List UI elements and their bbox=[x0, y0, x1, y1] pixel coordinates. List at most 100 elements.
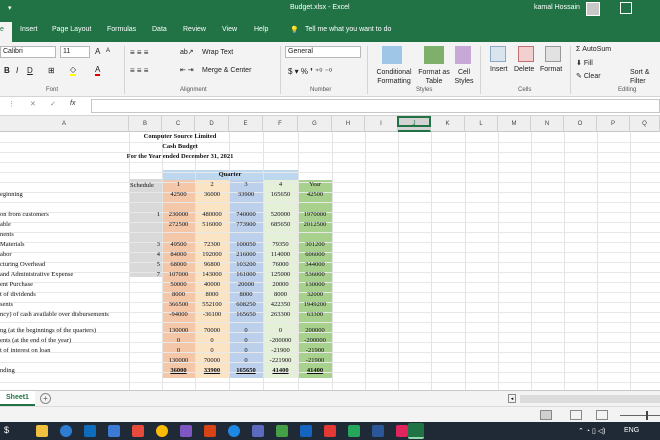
word-icon[interactable] bbox=[372, 425, 384, 437]
chrome-icon[interactable] bbox=[156, 425, 168, 437]
user-name[interactable]: kamal Hossain bbox=[534, 4, 580, 11]
column-header-p[interactable]: P bbox=[597, 116, 630, 132]
font-name-select[interactable]: Calibri bbox=[0, 46, 56, 58]
budget-value-cell: 130000 bbox=[168, 327, 189, 334]
app-icon[interactable] bbox=[396, 425, 408, 437]
insert-function-icon[interactable]: fx bbox=[70, 100, 82, 112]
column-header-k[interactable]: K bbox=[431, 116, 465, 132]
start-icon[interactable]: $ bbox=[4, 425, 16, 437]
column-header-o[interactable]: O bbox=[564, 116, 597, 132]
app-icon[interactable] bbox=[108, 425, 120, 437]
sort-filter-button[interactable]: Sort & Filter bbox=[630, 68, 660, 86]
tab-home[interactable]: e bbox=[0, 22, 12, 42]
font-color-button[interactable]: A bbox=[95, 65, 101, 76]
cell-styles-button[interactable]: Cell Styles bbox=[453, 68, 475, 86]
wrap-text-button[interactable]: Wrap Text bbox=[202, 49, 233, 56]
conditional-formatting-button[interactable]: Conditional Formatting bbox=[374, 68, 414, 86]
number-format-select[interactable]: General bbox=[285, 46, 361, 58]
name-box-dropdown-icon[interactable]: ⋮ bbox=[8, 100, 20, 112]
column-header-e[interactable]: E bbox=[229, 116, 263, 132]
tab-review[interactable]: Review bbox=[183, 26, 206, 33]
formula-input[interactable] bbox=[91, 99, 660, 113]
number-format-buttons[interactable]: $ ▾ % ❜ ⁺⁰ ⁻⁰ bbox=[288, 67, 332, 76]
column-header-h[interactable]: H bbox=[332, 116, 365, 132]
scroll-left-icon[interactable]: ◂ bbox=[508, 394, 516, 403]
app-icon[interactable] bbox=[324, 425, 336, 437]
app-icon[interactable] bbox=[180, 425, 192, 437]
format-cells-button[interactable]: Format bbox=[540, 66, 562, 73]
column-header-n[interactable]: N bbox=[531, 116, 564, 132]
quick-access-toolbar[interactable]: ▾ bbox=[8, 4, 12, 12]
sheet-tab-sheet1[interactable]: Sheet1 bbox=[0, 391, 35, 406]
edge-icon[interactable] bbox=[60, 425, 72, 437]
outlook-icon[interactable] bbox=[84, 425, 96, 437]
zoom-slider-thumb[interactable] bbox=[646, 411, 648, 420]
column-header-i[interactable]: I bbox=[365, 116, 398, 132]
quarter-column-header: 1 bbox=[176, 181, 181, 188]
column-header-f[interactable]: F bbox=[263, 116, 298, 132]
schedule-ref: 5 bbox=[156, 261, 160, 268]
page-layout-view-icon[interactable] bbox=[570, 410, 582, 420]
clear-button[interactable]: ✎ Clear bbox=[576, 72, 601, 80]
borders-button[interactable]: ⊞ bbox=[48, 66, 55, 75]
font-size-select[interactable]: 11 bbox=[60, 46, 90, 58]
selected-cell[interactable] bbox=[397, 116, 431, 127]
align-top-icon[interactable]: ≡ ≡ ≡ bbox=[130, 48, 148, 57]
format-as-table-button[interactable]: Format as Table bbox=[414, 68, 454, 86]
tab-formulas[interactable]: Formulas bbox=[107, 26, 136, 33]
word-icon[interactable] bbox=[300, 425, 312, 437]
column-header-a[interactable]: A bbox=[0, 116, 129, 132]
orientation-button[interactable]: ab↗ bbox=[180, 48, 194, 56]
worksheet-grid[interactable]: Computer Source Limited Cash Budget For … bbox=[0, 132, 660, 390]
indent-button[interactable]: ⇤ ⇥ bbox=[180, 66, 194, 74]
column-header-d[interactable]: D bbox=[195, 116, 229, 132]
font-size-up-button[interactable]: A bbox=[95, 47, 100, 56]
horizontal-scrollbar[interactable] bbox=[520, 395, 660, 403]
bold-button[interactable]: B bbox=[4, 66, 10, 75]
app-icon[interactable] bbox=[252, 425, 264, 437]
file-explorer-icon[interactable] bbox=[36, 425, 48, 437]
normal-view-icon[interactable] bbox=[540, 410, 552, 420]
network-icon[interactable]: ⌃ ◔ ▯ ◁) bbox=[578, 427, 606, 435]
add-sheet-button[interactable]: + bbox=[40, 393, 51, 404]
app-icon[interactable] bbox=[348, 425, 360, 437]
user-avatar-icon[interactable] bbox=[586, 2, 600, 16]
fill-button[interactable]: ⬇ Fill bbox=[576, 59, 593, 67]
column-header-m[interactable]: M bbox=[498, 116, 531, 132]
tab-page-layout[interactable]: Page Layout bbox=[52, 26, 91, 33]
language-indicator[interactable]: ENG bbox=[624, 427, 639, 434]
column-header-l[interactable]: L bbox=[465, 116, 498, 132]
underline-button[interactable]: D bbox=[27, 66, 33, 75]
zoom-slider[interactable] bbox=[620, 415, 660, 416]
gridline bbox=[0, 322, 660, 323]
gridline bbox=[0, 302, 660, 303]
budget-value-cell: 63300 bbox=[306, 311, 324, 318]
fill-color-button[interactable]: ◇ bbox=[70, 65, 77, 76]
tab-data[interactable]: Data bbox=[152, 26, 167, 33]
font-size-down-button[interactable]: A bbox=[106, 48, 110, 54]
enter-icon[interactable]: ✓ bbox=[50, 100, 62, 112]
excel-icon[interactable] bbox=[408, 423, 424, 439]
tab-insert[interactable]: Insert bbox=[20, 26, 38, 33]
cancel-icon[interactable]: ✕ bbox=[30, 100, 42, 112]
align-left-icon[interactable]: ≡ ≡ ≡ bbox=[130, 66, 148, 75]
app-icon[interactable] bbox=[276, 425, 288, 437]
tab-help[interactable]: Help bbox=[254, 26, 268, 33]
autosum-button[interactable]: Σ AutoSum bbox=[576, 46, 611, 53]
row-label: ncy) of cash available over disbursement… bbox=[0, 311, 109, 318]
insert-cells-button[interactable]: Insert bbox=[490, 66, 508, 73]
delete-cells-button[interactable]: Delete bbox=[514, 66, 534, 73]
app-icon[interactable] bbox=[228, 425, 240, 437]
column-header-c[interactable]: C bbox=[162, 116, 195, 132]
merge-center-button[interactable]: Merge & Center bbox=[202, 67, 251, 74]
column-header-g[interactable]: G bbox=[298, 116, 332, 132]
column-header-q[interactable]: Q bbox=[630, 116, 660, 132]
ribbon-display-options-icon[interactable] bbox=[620, 2, 632, 14]
italic-button[interactable]: I bbox=[16, 66, 18, 75]
tab-view[interactable]: View bbox=[222, 26, 237, 33]
app-icon[interactable] bbox=[132, 425, 144, 437]
page-break-view-icon[interactable] bbox=[596, 410, 608, 420]
tell-me-search[interactable]: Tell me what you want to do bbox=[305, 26, 391, 33]
app-icon[interactable] bbox=[204, 425, 216, 437]
column-header-b[interactable]: B bbox=[129, 116, 162, 132]
